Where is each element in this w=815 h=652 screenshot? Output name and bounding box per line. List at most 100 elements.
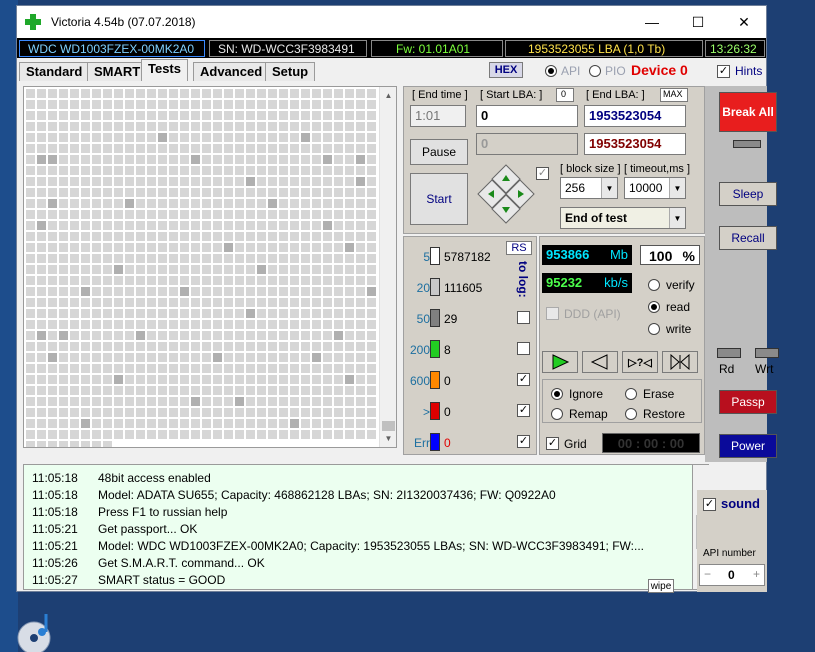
- scan-block: [345, 430, 354, 439]
- scan-block: [92, 254, 101, 263]
- close-button[interactable]: ✕: [721, 6, 767, 38]
- log-checkbox[interactable]: [517, 342, 530, 355]
- sound-checkbox[interactable]: ✓: [703, 498, 716, 511]
- clock: 13:26:32: [705, 40, 765, 57]
- power-button[interactable]: Power: [719, 434, 777, 458]
- scan-block: [147, 298, 156, 307]
- scan-block: [125, 232, 134, 241]
- scan-block: [125, 122, 134, 131]
- end-time-input[interactable]: 1:01: [410, 105, 466, 127]
- tab-setup[interactable]: Setup: [265, 62, 316, 81]
- block-size-select[interactable]: 256 ▼: [560, 177, 618, 199]
- scan-block: [257, 353, 266, 362]
- ignore-radio[interactable]: [551, 388, 563, 400]
- scan-block: [213, 188, 222, 197]
- recall-button[interactable]: Recall: [719, 226, 777, 250]
- log-time: 11:05:18: [32, 505, 78, 519]
- random-seek-button[interactable]: ▷?◁: [622, 351, 658, 373]
- scan-block: [37, 419, 46, 428]
- hints-checkbox[interactable]: ✓: [717, 65, 730, 78]
- scan-block: [268, 133, 277, 142]
- log-checkbox[interactable]: ✓: [517, 404, 530, 417]
- api-number-stepper[interactable]: − 0 +: [699, 564, 765, 586]
- minimize-button[interactable]: —: [629, 6, 675, 38]
- remap-radio[interactable]: [551, 408, 563, 420]
- scan-block: [48, 210, 57, 219]
- scroll-down-icon[interactable]: ▼: [380, 430, 397, 447]
- erase-radio[interactable]: [625, 388, 637, 400]
- scan-block: [279, 287, 288, 296]
- end-action-select[interactable]: End of test ▼: [560, 207, 686, 229]
- log-checkbox[interactable]: [517, 311, 530, 324]
- log-checkbox[interactable]: ✓: [517, 373, 530, 386]
- pause-button[interactable]: Pause: [410, 139, 468, 165]
- scan-block: [136, 298, 145, 307]
- scan-block: [224, 144, 233, 153]
- device-label[interactable]: Device 0: [631, 62, 688, 78]
- desktop-cd-icon[interactable]: [12, 608, 60, 652]
- scan-block: [290, 342, 299, 351]
- start-button[interactable]: Start: [410, 173, 468, 225]
- log-checkbox[interactable]: ✓: [517, 435, 530, 448]
- passp-button[interactable]: Passp: [719, 390, 777, 414]
- rewind-button[interactable]: [582, 351, 618, 373]
- break-all-button[interactable]: Break All: [719, 92, 777, 132]
- grid-scrollbar[interactable]: ▲ ▼: [379, 87, 396, 447]
- scan-block: [158, 265, 167, 274]
- scan-block: [125, 364, 134, 373]
- scan-block: [147, 430, 156, 439]
- end-lba-max-button[interactable]: MAX: [660, 88, 688, 102]
- tab-tests[interactable]: Tests: [141, 59, 188, 81]
- seek-checkbox[interactable]: ✓: [536, 167, 549, 180]
- hex-button[interactable]: HEX: [489, 62, 523, 78]
- scan-block: [59, 232, 68, 241]
- tab-standard[interactable]: Standard: [19, 62, 90, 81]
- write-radio[interactable]: [648, 323, 660, 335]
- wipe-log-button[interactable]: wipe: [648, 579, 674, 593]
- scan-block: [290, 111, 299, 120]
- increment-icon[interactable]: +: [753, 567, 760, 581]
- scan-block: [312, 221, 321, 230]
- scan-block: [180, 320, 189, 329]
- tab-advanced[interactable]: Advanced: [193, 62, 270, 81]
- scan-block: [268, 122, 277, 131]
- scan-block: [169, 309, 178, 318]
- scan-block: [312, 111, 321, 120]
- stat-count: 29: [444, 312, 458, 326]
- grid-checkbox[interactable]: ✓: [546, 437, 559, 450]
- chevron-down-icon: ▼: [601, 178, 617, 198]
- restore-radio[interactable]: [625, 408, 637, 420]
- scan-block: [224, 254, 233, 263]
- scan-block: [125, 276, 134, 285]
- decrement-icon[interactable]: −: [704, 567, 711, 581]
- ddd-checkbox[interactable]: [546, 307, 559, 320]
- sleep-button[interactable]: Sleep: [719, 182, 777, 206]
- log-line: 11:05:18 Press F1 to russian help: [32, 505, 227, 519]
- start-lba-badge[interactable]: 0: [556, 88, 574, 102]
- scan-block: [70, 111, 79, 120]
- timeout-select[interactable]: 10000 ▼: [624, 177, 686, 199]
- scan-block: [334, 287, 343, 296]
- end-lba-input[interactable]: 1953523054: [584, 105, 686, 127]
- scroll-up-icon[interactable]: ▲: [380, 87, 397, 104]
- scan-block: [125, 386, 134, 395]
- scan-block: [48, 430, 57, 439]
- scan-block: [323, 166, 332, 175]
- play-button[interactable]: [542, 351, 578, 373]
- scan-block: [103, 210, 112, 219]
- api-radio[interactable]: [545, 65, 557, 77]
- scan-block: [103, 122, 112, 131]
- maximize-button[interactable]: ☐: [675, 6, 721, 38]
- scan-block: [323, 144, 332, 153]
- scan-block: [301, 364, 310, 373]
- scan-block: [301, 276, 310, 285]
- read-radio[interactable]: [648, 301, 660, 313]
- butterfly-button[interactable]: [662, 351, 698, 373]
- seek-direction-pad[interactable]: [476, 163, 536, 225]
- pio-radio[interactable]: [589, 65, 601, 77]
- verify-radio[interactable]: [648, 279, 660, 291]
- scan-block: [290, 265, 299, 274]
- start-lba-input[interactable]: 0: [476, 105, 578, 127]
- scan-block: [59, 287, 68, 296]
- tab-smart[interactable]: SMART: [87, 62, 148, 81]
